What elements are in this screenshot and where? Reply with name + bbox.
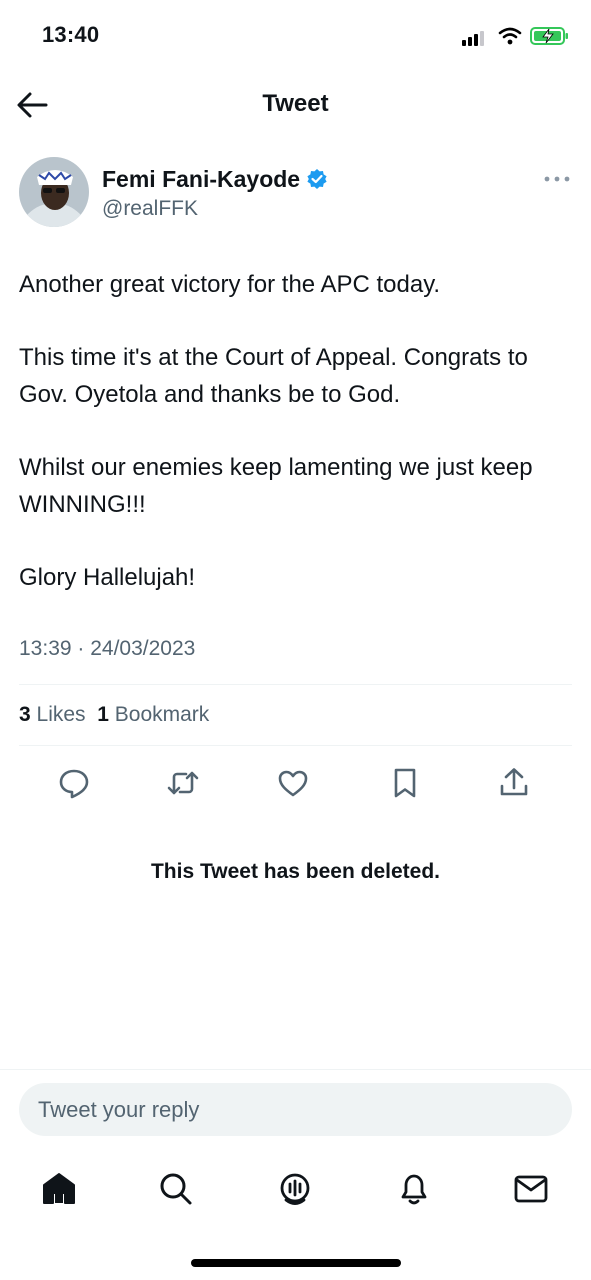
tab-home[interactable] — [40, 1170, 78, 1208]
like-icon — [278, 770, 308, 797]
tweet-paragraph: Glory Hallelujah! — [19, 564, 196, 591]
bookmark-icon — [394, 768, 416, 798]
author-handle[interactable]: @realFFK — [102, 197, 198, 221]
bookmarks-count: 1 — [97, 703, 109, 726]
deleted-notice: This Tweet has been deleted. — [150, 860, 441, 883]
tab-messages[interactable] — [512, 1170, 550, 1208]
mail-icon — [514, 1175, 548, 1203]
like-button[interactable] — [276, 766, 310, 800]
likes-stat[interactable]: 3 Likes — [19, 703, 86, 726]
divider — [0, 1069, 591, 1070]
tweet-paragraph: Another great victory for the APC today. — [19, 271, 441, 298]
home-indicator — [191, 1259, 401, 1267]
tweet-timestamp[interactable]: 13:39 · 24/03/2023 — [19, 637, 195, 661]
reply-button[interactable] — [57, 766, 91, 800]
search-icon — [160, 1173, 192, 1205]
share-icon — [500, 768, 528, 796]
bell-icon — [401, 1174, 427, 1205]
spaces-icon — [280, 1173, 310, 1205]
battery-charging-icon — [530, 26, 570, 46]
tweet-paragraph: This time it's at the Court of Appeal. C… — [19, 344, 528, 408]
reply-icon — [59, 769, 89, 799]
share-button[interactable] — [497, 766, 531, 800]
reply-placeholder: Tweet your reply — [38, 1097, 200, 1122]
page-title: Tweet — [262, 90, 329, 117]
likes-count: 3 — [19, 703, 31, 726]
tweet-text: Another great victory for the APC today.… — [19, 266, 574, 632]
bookmarks-stat[interactable]: 1 Bookmark — [97, 703, 209, 726]
home-icon — [43, 1173, 75, 1204]
more-options-button[interactable] — [543, 175, 571, 183]
retweet-button[interactable] — [166, 766, 200, 800]
wifi-icon — [498, 26, 522, 46]
more-horizontal-icon — [544, 176, 570, 182]
tab-spaces[interactable] — [276, 1170, 314, 1208]
tab-notifications[interactable] — [395, 1170, 433, 1208]
divider — [19, 745, 572, 746]
status-time: 13:40 — [42, 22, 100, 47]
tab-search[interactable] — [157, 1170, 195, 1208]
bookmarks-label: Bookmark — [114, 703, 210, 726]
bookmark-button[interactable] — [388, 766, 422, 800]
divider — [19, 684, 572, 685]
likes-label: Likes — [36, 703, 86, 726]
avatar[interactable] — [19, 157, 89, 227]
verified-badge-icon — [306, 168, 328, 190]
retweet-icon — [167, 771, 199, 795]
tweet-stats: 3 Likes 1 Bookmark — [19, 703, 209, 727]
tweet-paragraph: Whilst our enemies keep lamenting we jus… — [19, 454, 533, 518]
signal-icon — [462, 30, 488, 46]
author-name[interactable]: Femi Fani-Kayode — [102, 166, 300, 193]
